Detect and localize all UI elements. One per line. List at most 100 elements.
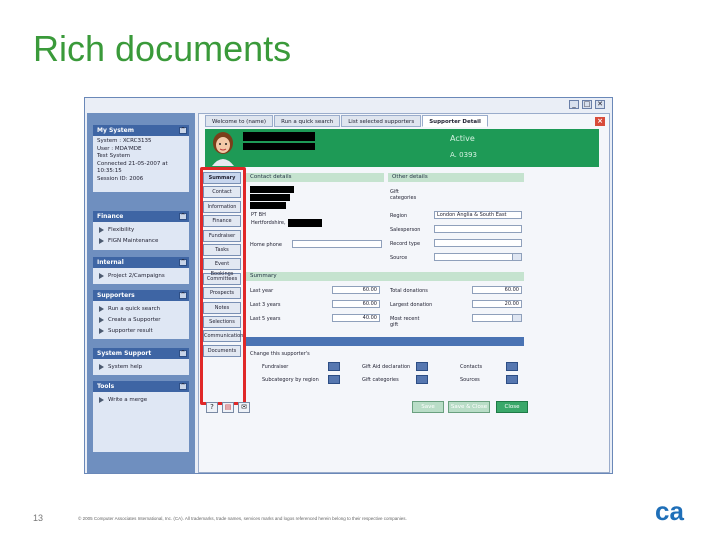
nav-item-label: Write a merge: [108, 396, 148, 403]
nav-item-label: FIGN Maintenance: [108, 237, 159, 244]
nav-item-write-merge[interactable]: Write a merge: [97, 394, 185, 405]
summary-value: 40.00: [332, 314, 380, 322]
nav-header-internal[interactable]: Internal ^: [93, 257, 189, 268]
nav-item-label: Supporter result: [108, 327, 153, 334]
prompt-label: Contacts: [460, 364, 483, 370]
prompt-toggle[interactable]: [328, 375, 340, 384]
nav-item-create-supporter[interactable]: Create a Supporter: [97, 314, 185, 325]
most-recent-gift-dropdown[interactable]: [472, 314, 522, 322]
nav-item-fign[interactable]: FIGN Maintenance: [97, 235, 185, 246]
nav-item-system-help[interactable]: System help: [97, 361, 185, 372]
system-line: Session ID: 2006: [97, 175, 144, 182]
prompt-label: Subcategory by region: [262, 377, 319, 383]
ca-logo: ca: [655, 499, 684, 523]
arrow-icon: [99, 363, 104, 370]
nav-header-system[interactable]: My System ^: [93, 125, 189, 136]
collapse-icon[interactable]: ^: [179, 127, 187, 134]
close-button[interactable]: Close: [496, 401, 528, 413]
system-line: Connected 21-05-2007 at: [97, 160, 168, 167]
system-line: System : XCRC3135: [97, 138, 152, 144]
redacted-name: [243, 132, 315, 141]
close-window-icon[interactable]: ✕: [595, 100, 605, 109]
nav-header-system-support[interactable]: System Support ^: [93, 348, 189, 359]
left-navigation: My System ^ System : XCRC3135 User : MDA'…: [87, 113, 195, 473]
save-close-button[interactable]: Save & Close: [448, 401, 490, 413]
nav-item-label: Run a quick search: [108, 305, 161, 312]
redacted-address: [250, 186, 294, 193]
email-icon[interactable]: ✉: [238, 402, 250, 413]
finance-panel: Flexibility FIGN Maintenance: [93, 222, 189, 250]
record-type-field[interactable]: [434, 239, 522, 247]
nav-item-label: Flexibility: [108, 226, 135, 233]
summary-header: Summary: [246, 272, 524, 281]
nav-header-tools[interactable]: Tools ^: [93, 381, 189, 392]
collapse-icon[interactable]: ^: [179, 350, 187, 357]
tab-welcome[interactable]: Welcome to (name): [205, 115, 274, 127]
nav-item-supporter-result[interactable]: Supporter result: [97, 325, 185, 336]
nav-header-supporters[interactable]: Supporters ^: [93, 290, 189, 301]
arrow-icon: [99, 226, 104, 233]
nav-item-label: System help: [108, 363, 143, 370]
salesperson-label: Salesperson: [390, 227, 421, 233]
system-line: 10:35:15: [97, 168, 122, 174]
nav-header-label: Finance: [97, 213, 124, 220]
nav-header-label: Tools: [97, 383, 115, 390]
status-badge: Active: [450, 134, 475, 143]
nav-item-campaigns[interactable]: Project 2/Campaigns: [97, 270, 185, 281]
salesperson-field[interactable]: [434, 225, 522, 233]
ca-logo-text: ca: [655, 499, 684, 523]
nav-header-label: System Support: [97, 350, 152, 357]
summary-label: Last 5 years: [250, 316, 281, 322]
help-icon[interactable]: ?: [206, 402, 218, 413]
prompts-header: [246, 337, 524, 346]
prompt-label: Sources: [460, 377, 480, 383]
tab-bar: Welcome to (name) Run a quick search Lis…: [205, 115, 489, 127]
system-support-panel: System help: [93, 359, 189, 375]
print-icon[interactable]: ▤: [222, 402, 234, 413]
minimize-icon[interactable]: _: [569, 100, 579, 109]
system-line: User : MDA'MDE: [97, 145, 142, 152]
prompts-intro: Change this supporter's: [250, 351, 310, 357]
home-phone-label: Home phone: [250, 242, 283, 248]
arrow-icon: [99, 305, 104, 312]
redacted-address: [250, 202, 286, 209]
arrow-icon: [99, 272, 104, 279]
collapse-icon[interactable]: ^: [179, 259, 187, 266]
address-line: Hertfordshire,: [251, 220, 286, 226]
redacted-address: [250, 194, 290, 201]
nav-header-finance[interactable]: Finance ^: [93, 211, 189, 222]
collapse-icon[interactable]: ^: [179, 213, 187, 220]
prompt-toggle[interactable]: [506, 362, 518, 371]
prompt-toggle[interactable]: [416, 375, 428, 384]
tab-supporter-detail[interactable]: Supporter Detail: [422, 115, 488, 127]
prompt-label: Gift categories: [362, 377, 399, 383]
redacted-name: [243, 143, 315, 150]
supporter-photo-icon: [208, 130, 238, 166]
close-tab-icon[interactable]: ×: [595, 117, 605, 126]
prompt-toggle[interactable]: [506, 375, 518, 384]
save-button[interactable]: Save: [412, 401, 444, 413]
source-dropdown[interactable]: [434, 253, 522, 261]
maximize-icon[interactable]: □: [582, 100, 592, 109]
nav-item-quick-search[interactable]: Run a quick search: [97, 303, 185, 314]
copyright-notice: © 2005 Computer Associates International…: [78, 516, 407, 521]
collapse-icon[interactable]: ^: [179, 383, 187, 390]
account-number: A. 0393: [450, 151, 477, 159]
prompt-toggle[interactable]: [416, 362, 428, 371]
supporters-panel: Run a quick search Create a Supporter Su…: [93, 301, 189, 339]
gift-categories-label: Gift categories: [390, 189, 417, 201]
prompt-label: Gift Aid declaration: [362, 364, 411, 370]
nav-header-label: My System: [97, 127, 134, 134]
collapse-icon[interactable]: ^: [179, 292, 187, 299]
tab-quick-search[interactable]: Run a quick search: [274, 115, 341, 127]
home-phone-field[interactable]: [292, 240, 382, 248]
arrow-icon: [99, 237, 104, 244]
region-field[interactable]: London Anglia & South East: [434, 211, 522, 219]
other-details-header: Other details: [388, 173, 524, 182]
tab-selected-supporters[interactable]: List selected supporters: [341, 115, 422, 127]
address-line: PT BH: [251, 212, 266, 218]
nav-item-flexibility[interactable]: Flexibility: [97, 224, 185, 235]
nav-header-label: Internal: [97, 259, 124, 266]
prompt-toggle[interactable]: [328, 362, 340, 371]
summary-value: 20.00: [472, 300, 522, 308]
